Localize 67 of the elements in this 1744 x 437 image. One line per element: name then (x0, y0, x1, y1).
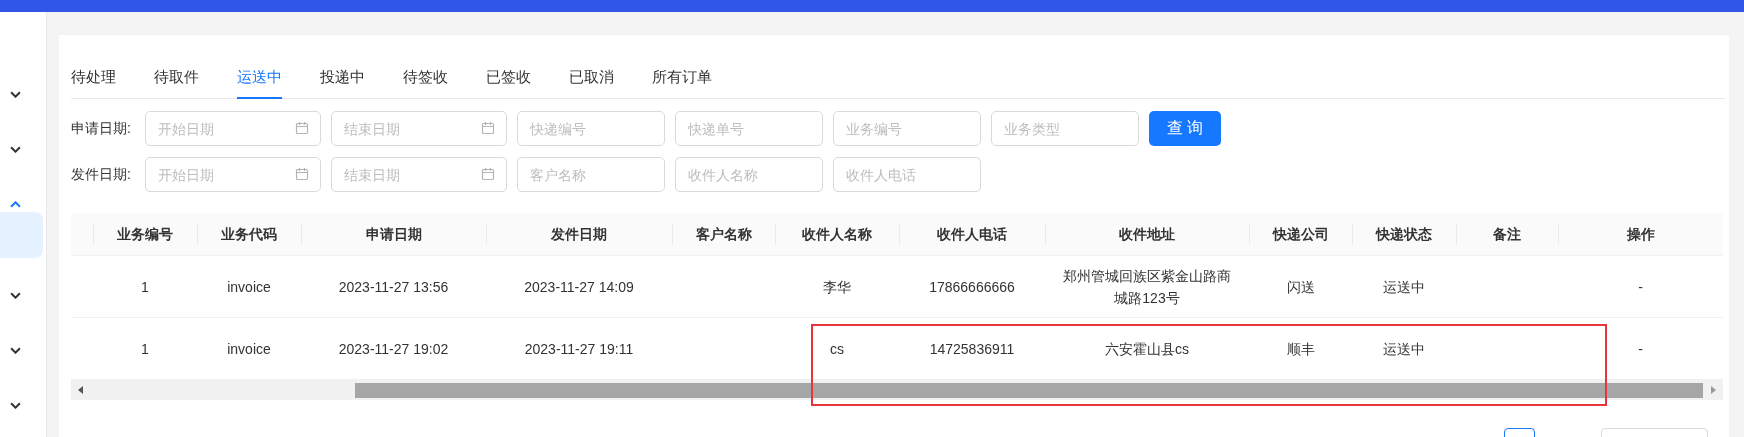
table-cell: 2023-11-27 14:09 (524, 278, 634, 295)
tab[interactable]: 待取件 (154, 68, 199, 99)
input-field[interactable]: 收件人名称 (675, 157, 823, 192)
scroll-left-icon[interactable] (78, 386, 84, 394)
table-cell: invoice (227, 340, 271, 357)
input-field[interactable]: 快递单号 (675, 111, 823, 146)
horizontal-scrollbar[interactable] (71, 380, 1723, 400)
table-cell: - (1638, 278, 1643, 295)
table-cell: 17866666666 (929, 278, 1015, 295)
column-header: 快递公司 (1249, 214, 1352, 256)
column-header: 备注 (1456, 214, 1558, 256)
table-cell: cs (830, 340, 844, 357)
column-header: 收件人名称 (775, 214, 899, 256)
table-cell: 李华 (823, 278, 851, 295)
tab[interactable]: 运送中 (237, 68, 282, 99)
column-header: 申请日期 (301, 214, 486, 256)
table-cell: 1 (141, 278, 149, 295)
calendar-icon (481, 121, 495, 135)
column-header: 快递状态 (1352, 214, 1456, 256)
calendar-icon (295, 121, 309, 135)
calendar-icon (295, 167, 309, 181)
column-header: 客户名称 (672, 214, 775, 256)
table-cell: 六安霍山县cs (1105, 340, 1189, 357)
chevron-icon[interactable] (10, 146, 21, 153)
filter-label: 申请日期: (71, 119, 132, 138)
table-cell: 运送中 (1383, 278, 1425, 295)
tab[interactable]: 待处理 (71, 68, 116, 99)
table-cell: 14725836911 (929, 340, 1015, 357)
input-field[interactable]: 收件人电话 (833, 157, 981, 192)
input-field[interactable]: 业务编号 (833, 111, 981, 146)
input-field[interactable]: 快递编号 (517, 111, 665, 146)
scroll-thumb[interactable] (355, 382, 1703, 398)
table-cell: 2023-11-27 19:02 (338, 340, 449, 357)
search-button[interactable]: 查 询 (1149, 111, 1221, 146)
column-header: 收件地址 (1045, 214, 1249, 256)
filter-label: 发件日期: (71, 165, 132, 184)
table-cell: 1 (141, 340, 149, 357)
tab[interactable]: 已取消 (569, 68, 614, 99)
table-cell: - (1638, 340, 1643, 357)
table-cell: 运送中 (1383, 340, 1425, 357)
tab[interactable]: 投递中 (320, 68, 365, 99)
table-cell: 顺丰 (1286, 340, 1315, 357)
table-cell: 闪送 (1286, 278, 1315, 295)
calendar-icon (481, 167, 495, 181)
table-cell: 2023-11-27 13:56 (338, 278, 449, 295)
chevron-icon[interactable] (10, 347, 21, 354)
chevron-icon[interactable] (10, 292, 21, 299)
input-field[interactable]: 开始日期 (145, 157, 321, 192)
column-header: 操作 (1558, 214, 1723, 256)
input-field[interactable]: 开始日期 (145, 111, 321, 146)
input-field[interactable]: 结束日期 (331, 111, 507, 146)
chevron-icon[interactable] (10, 402, 21, 409)
table-cell: invoice (227, 278, 271, 295)
table-cell: 2023-11-27 19:11 (524, 340, 634, 357)
column-header: 发件日期 (486, 214, 672, 256)
tab[interactable]: 已签收 (486, 68, 531, 99)
input-field[interactable]: 业务类型 (991, 111, 1139, 146)
column-header: 业务编号 (93, 214, 197, 256)
input-field[interactable]: 结束日期 (331, 157, 507, 192)
tab[interactable]: 所有订单 (652, 68, 712, 99)
table-cell: 郑州管城回族区紫金山路商城路123号 (1063, 267, 1231, 306)
tab[interactable]: 待签收 (403, 68, 448, 99)
column-header: 收件人电话 (899, 214, 1045, 256)
input-field[interactable]: 客户名称 (517, 157, 665, 192)
column-header: 业务代码 (197, 214, 301, 256)
scroll-right-icon[interactable] (1710, 386, 1716, 394)
chevron-icon[interactable] (10, 91, 21, 98)
